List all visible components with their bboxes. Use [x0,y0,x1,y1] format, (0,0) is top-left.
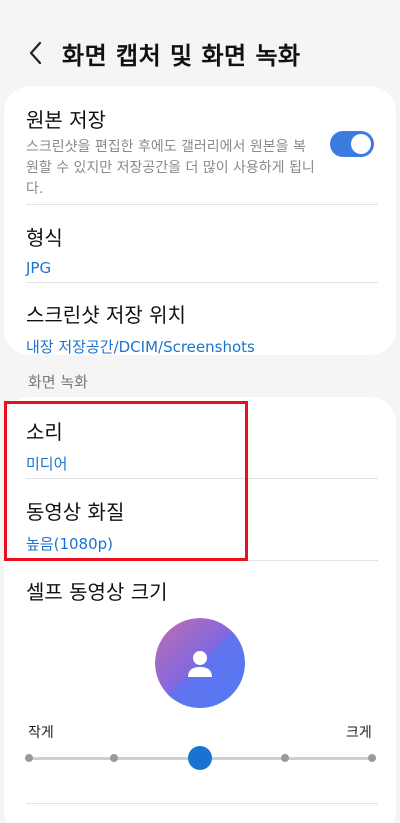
format-value: JPG [26,259,52,277]
person-icon [155,618,245,708]
slider-step[interactable] [281,754,289,762]
save-location-title: 스크린샷 저장 위치 [26,303,186,327]
slider-step[interactable] [368,754,376,762]
keep-original-item[interactable]: 원본 저장 스크린샷을 편집한 후에도 갤러리에서 원본을 복원할 수 있지만 … [26,104,376,200]
selfie-size-slider-thumb[interactable] [188,746,212,770]
selfie-size-item: 셀프 동영상 크기 [26,576,376,605]
divider [26,803,378,804]
selfie-preview [155,618,245,708]
selfie-size-title: 셀프 동영상 크기 [26,580,168,604]
divider [26,204,378,205]
slider-step[interactable] [110,754,118,762]
format-title: 형식 [26,226,63,250]
back-button[interactable] [22,38,48,68]
save-location-item[interactable]: 스크린샷 저장 위치 내장 저장공간/DCIM/Screenshots [26,299,376,357]
save-location-value: 내장 저장공간/DCIM/Screenshots [26,338,255,356]
section-header-screen-recording: 화면 녹화 [28,373,88,391]
slider-min-label: 작게 [28,725,54,741]
keep-original-description: 스크린샷을 편집한 후에도 갤러리에서 원본을 복원할 수 있지만 저장공간을 … [26,139,315,197]
slider-step[interactable] [25,754,33,762]
keep-original-title: 원본 저장 [26,108,106,132]
format-item[interactable]: 형식 JPG [26,222,376,277]
slider-max-label: 크게 [346,725,372,741]
divider [26,282,378,283]
highlight-box [4,401,248,561]
toggle-knob [351,134,371,154]
page-title: 화면 캡처 및 화면 녹화 [62,42,301,70]
chevron-left-icon [29,41,42,65]
screenshot-settings-card: 원본 저장 스크린샷을 편집한 후에도 갤러리에서 원본을 복원할 수 있지만 … [4,86,396,357]
keep-original-toggle[interactable] [330,131,374,157]
